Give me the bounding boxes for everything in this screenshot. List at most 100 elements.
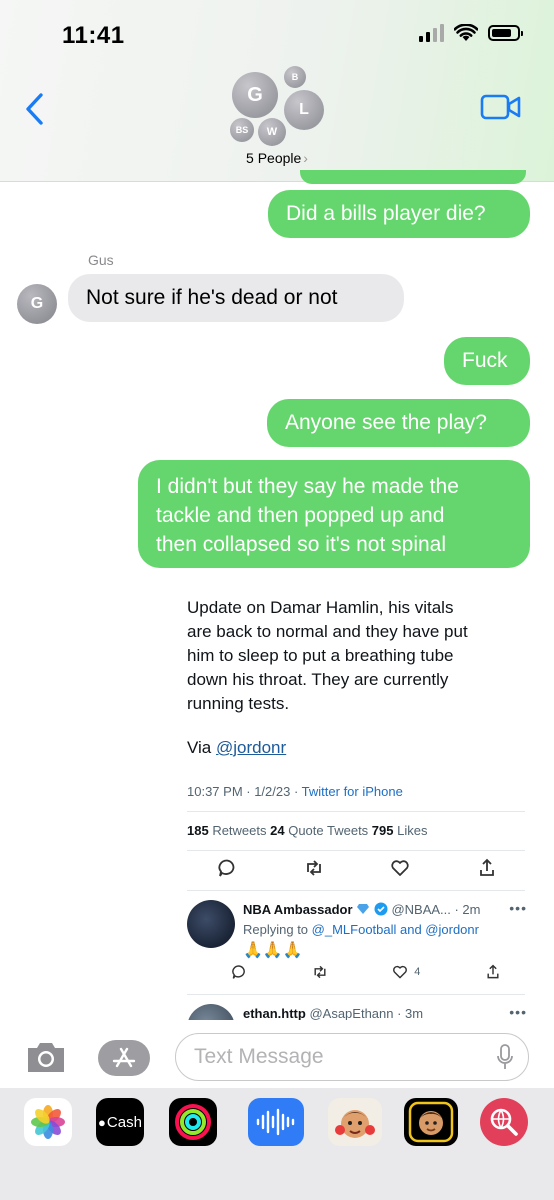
tweet-reply: NBA Ambassador @NBAA... · 2m ••• Replyin… [187, 900, 537, 984]
status-icons [419, 24, 523, 42]
reply-icon [218, 859, 235, 877]
globe-search-icon [490, 1108, 518, 1136]
tweet-line: Update on Damar Hamlin, his vitals [187, 598, 454, 617]
message-bubble-outgoing[interactable]: Did a bills player die? [268, 190, 530, 238]
message-bubble-cutoff [300, 170, 526, 184]
message-text: Not sure if he's dead or not [86, 286, 338, 309]
retweets-count: 185 [187, 823, 209, 838]
reply-avatar [187, 900, 235, 948]
tweet-line: are back to normal and they have put [187, 622, 468, 641]
app-store-button[interactable] [98, 1040, 150, 1076]
memoji-stickers-app-icon[interactable] [328, 1098, 382, 1146]
message-text-line: then collapsed so it's not spinal [156, 533, 447, 556]
activity-rings-icon [175, 1104, 211, 1140]
likes-label: Likes [393, 823, 428, 838]
photos-flower-icon [31, 1105, 65, 1139]
video-call-icon[interactable] [480, 93, 522, 121]
divider [187, 811, 525, 812]
back-chevron-icon[interactable] [22, 92, 48, 126]
avatar-w: W [258, 118, 286, 146]
battery-icon [488, 25, 523, 41]
chevron-right-icon: › [303, 150, 308, 166]
more-options-icon: ••• [509, 900, 527, 916]
reply-name: ethan.http [243, 1006, 306, 1021]
audio-message-app-icon[interactable] [248, 1098, 304, 1146]
like-icon [393, 965, 408, 979]
divider [187, 994, 525, 995]
message-bubble-outgoing[interactable]: Fuck [444, 337, 530, 385]
reply-replying-to: Replying to @_MLFootball and @jordonr [243, 922, 479, 937]
reply-text: 🙏🙏🙏 [243, 942, 303, 959]
replying-prefix: Replying to [243, 922, 312, 937]
retweet-icon [314, 965, 326, 979]
tweet-line: running tests. [187, 694, 290, 713]
tweet-stats: 185 Retweets 24 Quote Tweets 795 Likes [187, 823, 427, 838]
message-bubble-outgoing[interactable]: I didn't but they say he made the tackle… [138, 460, 530, 568]
apple-logo-icon: ● [98, 1114, 106, 1130]
reply-like: 4 [392, 964, 420, 980]
sender-avatar[interactable]: G [17, 284, 57, 324]
reply-handle: @NBAA... · 2m [391, 902, 481, 917]
message-input[interactable]: Text Message [175, 1033, 529, 1081]
tweet-screenshot-image[interactable]: Update on Damar Hamlin, his vitals are b… [175, 580, 554, 1025]
camera-icon[interactable] [24, 1038, 68, 1076]
message-bubble-incoming[interactable]: Not sure if he's dead or not [68, 274, 404, 322]
conversation-header: 11:41 G B L BS W 5 People › [0, 0, 554, 182]
reply-name: NBA Ambassador [243, 902, 353, 917]
group-people-label[interactable]: 5 People › [0, 150, 554, 166]
message-text: Anyone see the play? [285, 411, 487, 434]
tweet-line: down his throat. They are currently [187, 670, 449, 689]
message-text-line: tackle and then popped up and [156, 504, 445, 527]
wifi-icon [454, 24, 478, 41]
waveform-icon [256, 1108, 295, 1136]
more-options-icon: ••• [509, 1004, 527, 1020]
verified-badge-icon [374, 902, 388, 916]
status-time: 11:41 [62, 22, 125, 49]
retweet-icon [306, 860, 321, 876]
replying-to-handles: @_MLFootball and @jordonr [311, 922, 479, 937]
sender-name: Gus [88, 252, 114, 268]
divider [187, 890, 525, 891]
avatar-bs: BS [230, 118, 254, 142]
memoji-app-icon[interactable] [404, 1098, 458, 1146]
memoji-face-icon [335, 1110, 375, 1138]
people-count-label: 5 People [246, 150, 302, 166]
quotes-count: 24 [270, 823, 285, 838]
message-bubble-outgoing[interactable]: Anyone see the play? [267, 399, 530, 447]
like-icon [391, 860, 409, 876]
reply-icon [232, 965, 245, 979]
message-text: Did a bills player die? [286, 202, 486, 225]
divider [187, 850, 525, 851]
tweet-via: Via @jordonr [187, 738, 286, 758]
avatar-g: G [232, 72, 278, 118]
tweet-line: him to sleep to put a breathing tube [187, 646, 454, 665]
cellular-signal-icon [419, 24, 444, 42]
share-icon [487, 964, 499, 979]
cash-app-icon[interactable]: ● Cash [96, 1098, 144, 1146]
quotes-label: Quote Tweets [284, 823, 372, 838]
reply-handle: @AsapEthann · 3m [309, 1006, 424, 1021]
via-handle-link: @jordonr [216, 738, 287, 757]
tweet-actions [217, 858, 497, 878]
message-input-placeholder: Text Message [194, 1045, 324, 1068]
tweet-timestamp: 10:37 PM · 1/2/23 · [187, 784, 302, 799]
memoji-avatar-icon [408, 1101, 454, 1143]
via-prefix: Via [187, 738, 216, 757]
retweets-label: Retweets [208, 823, 271, 838]
share-icon [480, 858, 494, 876]
avatar-l: L [284, 90, 324, 130]
app-store-icon [112, 1047, 136, 1068]
cash-app-label: Cash [106, 1113, 142, 1131]
tweet-body: Update on Damar Hamlin, his vitals are b… [187, 596, 527, 716]
group-avatars[interactable]: G B L BS W [226, 64, 330, 148]
tweet-source: Twitter for iPhone [301, 784, 403, 799]
activity-app-icon[interactable] [169, 1098, 217, 1146]
avatar-b: B [284, 66, 306, 88]
photos-app-icon[interactable] [24, 1098, 72, 1146]
tweet-meta: 10:37 PM · 1/2/23 · Twitter for iPhone [187, 784, 403, 799]
microphone-icon[interactable] [496, 1044, 514, 1070]
likes-count: 795 [371, 823, 394, 838]
search-images-app-icon[interactable] [480, 1098, 528, 1146]
reply-header: ethan.http @AsapEthann · 3m [243, 1006, 423, 1021]
message-text: Fuck [462, 349, 508, 372]
